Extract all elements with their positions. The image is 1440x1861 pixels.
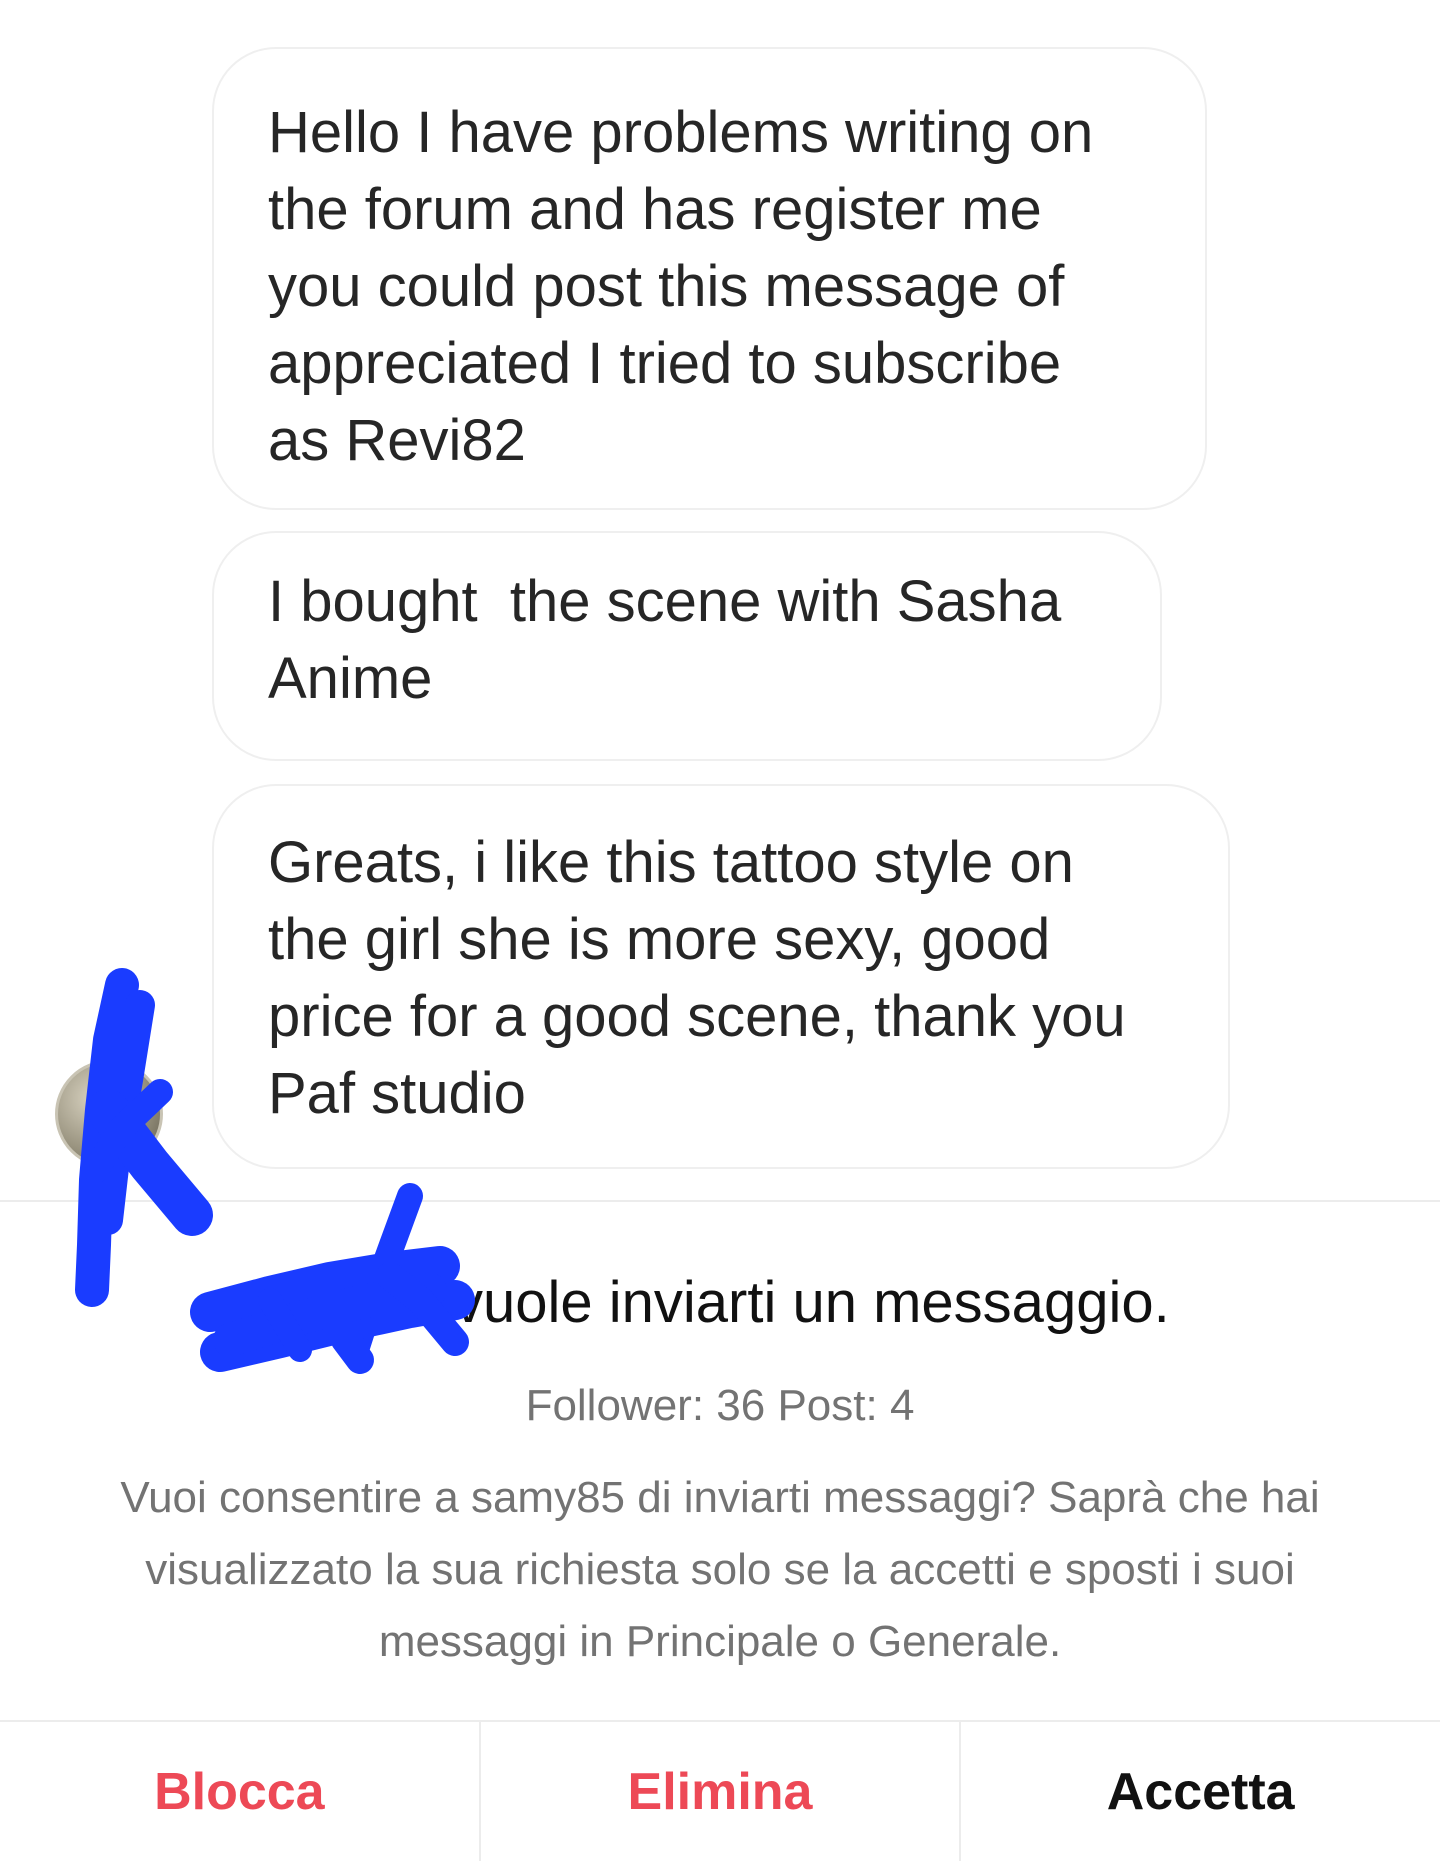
message-line: the forum and has register me: [268, 177, 1042, 242]
message-line: the girl she is more sexy, good: [268, 907, 1051, 972]
message-bubble[interactable]: Greats, i like this tattoo style on the …: [212, 784, 1230, 1169]
message-line: as Revi82: [268, 408, 526, 473]
message-line: price for a good scene, thank you: [268, 984, 1126, 1049]
message-line: Paf studio: [268, 1061, 526, 1126]
sender-stats: Follower: 36 Post: 4: [525, 1381, 915, 1430]
divider: [0, 1200, 1440, 1202]
message-bubble[interactable]: Hello I have problems writing on the for…: [212, 47, 1207, 510]
message-bubble[interactable]: I bought the scene with Sasha Anime: [212, 531, 1162, 761]
accept-button[interactable]: Accetta: [959, 1722, 1440, 1861]
message-line: Greats, i like this tattoo style on: [268, 830, 1074, 895]
delete-button[interactable]: Elimina: [478, 1722, 960, 1861]
message-thread: Hello I have problems writing on the for…: [0, 0, 1440, 1200]
message-line: I bought the scene with Sasha: [268, 569, 1062, 634]
message-line: Hello I have problems writing on: [268, 100, 1094, 165]
explanation-line: visualizzato la sua richiesta solo se la…: [145, 1545, 1295, 1594]
block-button[interactable]: Blocca: [0, 1722, 479, 1861]
message-line: Anime: [268, 646, 433, 711]
request-headline: vuole inviarti un messaggio.: [454, 1270, 1170, 1335]
request-actions: Blocca Elimina Accetta: [0, 1720, 1440, 1861]
explanation-line: Vuoi consentire a samy85 di inviarti mes…: [120, 1473, 1320, 1522]
explanation-line: messaggi in Principale o Generale.: [378, 1617, 1062, 1666]
request-explanation: Vuoi consentire a samy85 di inviarti mes…: [80, 1462, 1360, 1678]
message-line: appreciated I tried to subscribe: [268, 331, 1062, 396]
sender-avatar[interactable]: [55, 1060, 163, 1168]
message-line: you could post this message of: [268, 254, 1065, 319]
